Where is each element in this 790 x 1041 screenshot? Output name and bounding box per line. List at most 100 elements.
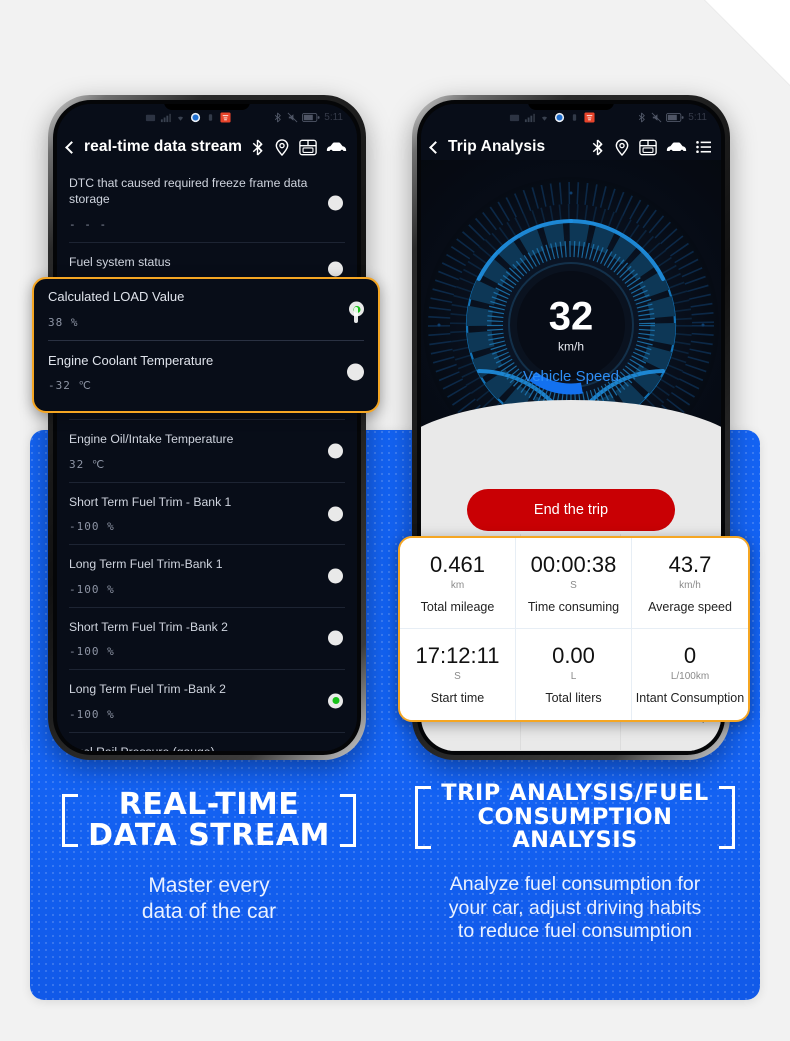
- stat-caption: Time consuming: [527, 599, 620, 614]
- stat-caption: Average speed: [648, 599, 732, 614]
- obd-icon[interactable]: [299, 139, 317, 156]
- sim-icon: [145, 114, 156, 121]
- left-headline-line1: REAL-TIME: [118, 787, 300, 822]
- list-item-value: -100 %: [69, 520, 115, 534]
- right-subline-2: your car, adjust driving habits: [448, 896, 702, 919]
- left-status-bar: 5:11: [57, 104, 357, 130]
- list-item-label: Engine Coolant Temperature: [48, 352, 214, 368]
- list-item-label: Calculated LOAD Value: [48, 289, 185, 304]
- mute-icon: [651, 112, 662, 122]
- battery-icon: [666, 112, 684, 122]
- left-page-title: real-time data stream: [84, 138, 243, 155]
- stat-caption: Total liters: [545, 691, 602, 706]
- battery-small-icon: [208, 113, 213, 121]
- right-subline-1: Analyze fuel consumption for: [449, 872, 701, 895]
- stat-value: 0.461: [429, 551, 486, 577]
- stat-value: 43.7: [668, 551, 712, 577]
- stat-cell[interactable]: 0.461 km Total mileage: [400, 538, 516, 629]
- stat-cell[interactable]: 43.7 km/h Average speed: [632, 538, 748, 629]
- stat-unit: L/100km: [670, 671, 710, 683]
- right-caption-block: TRIP ANALYSIS/FUEL CONSUMPTION ANALYSIS …: [404, 780, 746, 944]
- app-badge-icon: [584, 111, 595, 123]
- status-led[interactable]: [328, 443, 343, 459]
- stat-caption: Total mileage: [420, 599, 495, 614]
- left-header-icons: [250, 138, 347, 156]
- bluetooth-status-icon: [639, 112, 646, 122]
- right-header-icons: [590, 138, 711, 156]
- status-led[interactable]: [328, 261, 343, 277]
- list-item[interactable]: Short Term Fuel Trim -Bank 2 -100 %: [69, 608, 345, 671]
- status-led[interactable]: [328, 195, 343, 211]
- wifi-icon: [541, 116, 548, 121]
- list-item-value: - - -: [69, 217, 108, 231]
- stat-cell[interactable]: 0.00 L Total liters: [516, 629, 632, 720]
- left-headline-bracket: REAL-TIME DATA STREAM: [62, 787, 356, 851]
- back-icon[interactable]: [65, 140, 78, 154]
- list-item[interactable]: Long Term Fuel Trim-Bank 1 -100 %: [69, 545, 345, 608]
- list-item-label: Short Term Fuel Trim -Bank 2: [69, 619, 228, 634]
- left-subline-2: data of the car: [141, 899, 277, 923]
- bluetooth-status-icon: [275, 112, 282, 122]
- list-item[interactable]: Short Term Fuel Trim - Bank 1 -100 %: [69, 483, 345, 546]
- car-icon[interactable]: [666, 141, 687, 154]
- stat-caption: Start time: [430, 691, 485, 706]
- left-app-bar: real-time data stream: [57, 130, 357, 166]
- obd-icon[interactable]: [639, 139, 657, 156]
- stat-unit: S: [454, 671, 461, 683]
- location-icon[interactable]: [274, 138, 290, 156]
- stat-value: 00:00:38: [530, 551, 617, 577]
- list-item-label: Fuel system status: [69, 254, 171, 269]
- right-headline-bracket: TRIP ANALYSIS/FUEL CONSUMPTION ANALYSIS: [415, 780, 735, 854]
- stat-unit: S: [570, 579, 577, 591]
- bluetooth-icon[interactable]: [250, 138, 265, 156]
- status-led[interactable]: [347, 363, 364, 381]
- globe-icon: [190, 112, 201, 122]
- battery-icon: [302, 112, 320, 122]
- left-phone-bezel: 5:11 real-time data stream DTC that caus…: [53, 100, 361, 755]
- poster-root: 5:11 real-time data stream DTC that caus…: [0, 0, 790, 1041]
- list-item[interactable]: Long Term Fuel Trim -Bank 2 -100 %: [69, 670, 345, 733]
- bluetooth-icon[interactable]: [590, 138, 605, 156]
- left-caption-block: REAL-TIME DATA STREAM Master every data …: [44, 787, 374, 924]
- back-icon[interactable]: [429, 140, 442, 154]
- highlight-card-left: Calculated LOAD Value 38 % Engine Coolan…: [32, 277, 380, 413]
- stat-cell[interactable]: 00:00:38 S Time consuming: [516, 538, 632, 629]
- list-item[interactable]: Fuel Rail Pressure (gauge): [69, 733, 345, 751]
- status-led[interactable]: [328, 630, 343, 646]
- list-item[interactable]: DTC that caused required freeze frame da…: [69, 164, 345, 243]
- data-stream-list[interactable]: DTC that caused required freeze frame da…: [57, 164, 357, 751]
- signal-icon: [524, 113, 535, 122]
- list-item-value: -32 ℃: [48, 379, 92, 393]
- list-item[interactable]: Engine Oil/Intake Temperature 32 ℃: [69, 420, 345, 483]
- status-led[interactable]: [328, 506, 343, 522]
- car-icon[interactable]: [326, 141, 347, 154]
- right-status-bar: 5:11: [421, 104, 721, 130]
- stat-caption: Intant Consumption: [635, 691, 745, 706]
- right-page-title: Trip Analysis: [448, 138, 546, 155]
- status-led[interactable]: [328, 568, 343, 584]
- status-led[interactable]: [328, 693, 343, 709]
- highlight-row[interactable]: Engine Coolant Temperature -32 ℃: [48, 341, 364, 404]
- stat-cell[interactable]: 17:12:11 S Start time: [400, 629, 516, 720]
- end-trip-button[interactable]: End the trip: [467, 489, 675, 531]
- right-headline-line3: ANALYSIS: [512, 827, 638, 854]
- highlight-card-right: 0.461 km Total mileage 00:00:38 S Time c…: [398, 536, 750, 722]
- globe-icon: [554, 112, 565, 122]
- stat-value: 0.00: [552, 643, 595, 669]
- status-icons-left: [145, 111, 231, 123]
- right-headline-line1: TRIP ANALYSIS/FUEL: [441, 780, 709, 806]
- list-icon[interactable]: [696, 140, 711, 154]
- right-subline-3: to reduce fuel consumption: [457, 920, 693, 943]
- list-item-value: 38 %: [48, 315, 79, 329]
- list-item-label: Fuel Rail Pressure (gauge): [69, 744, 311, 751]
- list-item-label: Long Term Fuel Trim-Bank 1: [69, 557, 223, 572]
- highlight-row[interactable]: Calculated LOAD Value 38 %: [48, 279, 364, 341]
- location-icon[interactable]: [614, 138, 630, 156]
- list-item-label: Engine Oil/Intake Temperature: [69, 432, 234, 447]
- signal-icon: [160, 113, 171, 122]
- list-item-value: -100 %: [69, 645, 115, 659]
- stat-cell[interactable]: 0 L/100km Intant Consumption: [632, 629, 748, 720]
- left-subline-1: Master every: [148, 874, 270, 898]
- list-item-value: 32 ℃: [69, 457, 106, 471]
- stat-value: 17:12:11: [415, 643, 500, 669]
